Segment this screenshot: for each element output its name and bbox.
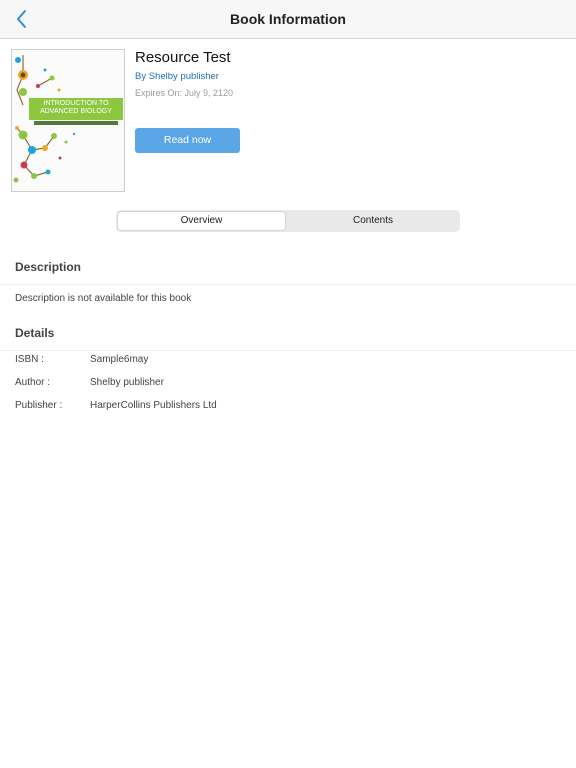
book-cover: INTRODUCTION TO ADVANCED BIOLOGY <box>11 49 125 192</box>
details-heading: Details <box>15 326 55 340</box>
book-title: Resource Test <box>135 49 231 66</box>
segmented-control: Overview Contents <box>116 210 460 232</box>
cover-title-band: INTRODUCTION TO ADVANCED BIOLOGY <box>29 98 123 120</box>
detail-label-author: Author : <box>15 377 51 388</box>
description-heading: Description <box>15 260 82 274</box>
page-title: Book Information <box>230 11 346 27</box>
detail-value-publisher: HarperCollins Publishers Ltd <box>90 400 217 411</box>
divider <box>0 350 576 351</box>
detail-label-publisher: Publisher : <box>15 400 63 411</box>
read-now-button[interactable]: Read now <box>135 128 240 153</box>
tab-overview[interactable]: Overview <box>117 211 286 231</box>
detail-value-isbn: Sample6may <box>90 354 149 365</box>
navigation-bar: Book Information <box>0 0 576 39</box>
detail-value-author: Shelby publisher <box>90 377 164 388</box>
description-text: Description is not available for this bo… <box>15 293 192 304</box>
tab-contents[interactable]: Contents <box>288 211 458 231</box>
cover-subtitle-band <box>34 121 118 125</box>
book-author-link[interactable]: By Shelby publisher <box>135 71 219 82</box>
expiry-date: Expires On: July 9, 2120 <box>135 88 234 98</box>
detail-label-isbn: ISBN : <box>15 354 44 365</box>
divider <box>0 284 576 285</box>
